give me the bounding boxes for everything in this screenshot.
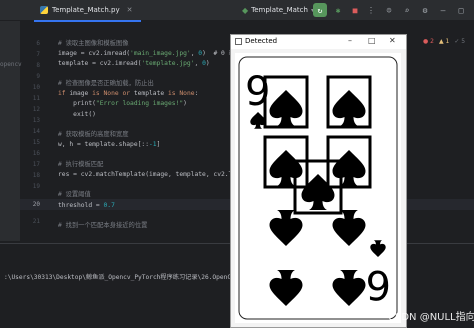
stop-icon: ■ [352,5,358,15]
line-number: 7 [36,51,40,58]
line-number: 19 [32,183,40,190]
line-number: 9 [36,73,40,80]
bug-icon: ✱ [335,5,341,15]
line-number: 17 [32,161,40,168]
line-number: 11 [32,95,40,102]
detected-image: 9 6 [235,53,401,323]
gear-icon: ⚙ [422,5,428,15]
maximize-icon: □ [458,5,464,15]
close-icon[interactable]: ✕ [389,36,396,45]
python-config-icon: ◆ [242,5,249,15]
run-config-label: Template_Match [251,6,308,14]
watermark: CSDN @NULL指向我 [388,312,474,323]
title-toolbar: Template_Match.py ✕ ◆ Template_Match ▾ ↻… [0,0,474,22]
minimize-icon[interactable]: – [348,36,352,45]
line-number: 13 [32,117,40,124]
user-icon: ☺ [386,5,392,15]
settings-button[interactable]: ⚙ [418,3,432,17]
code-line: # 获取模板的高度和宽度 [58,131,129,138]
code-line: # 找到一个匹配本身接近的位置 [58,222,148,229]
line-number: 18 [32,172,40,179]
line-number: 21 [32,218,40,225]
maximize-icon[interactable]: □ [368,36,376,45]
file-tab-label: Template_Match.py [52,6,120,14]
error-count: ● 2 [423,38,434,45]
more-icon: ⋮ [367,5,375,15]
python-file-icon [40,6,48,14]
code-line: res = cv2.matchTemplate(image, template,… [58,171,237,178]
minimize-button[interactable]: – [436,3,450,17]
run-button[interactable]: ↻ [313,3,327,17]
code-line: w, h = template.shape[::-1] [58,141,161,148]
minimize-icon: – [440,5,446,15]
line-number: 15 [32,139,40,146]
code-line: exit() [58,111,96,118]
maximize-button[interactable]: □ [454,3,468,17]
debug-button[interactable]: ✱ [331,3,345,17]
playing-card-image: 9 6 [238,56,398,320]
line-number-current: 20 [32,201,40,208]
line-number: 14 [32,128,40,135]
info-count: ✓ 5 [454,38,466,45]
left-tool-strip: opencv [0,21,22,241]
window-title: Detected [245,37,278,45]
code-line: if image is None or template is None: [58,90,199,97]
more-actions-button[interactable]: ⋮ [364,3,378,17]
run-configuration-selector[interactable]: ◆ Template_Match ▾ [242,3,314,17]
code-line: # 读取主图像和模板图像 [58,40,129,47]
stop-button[interactable]: ■ [348,3,362,17]
line-number: 16 [32,150,40,157]
close-icon[interactable]: ✕ [127,6,133,14]
inspection-status[interactable]: ● 2 ▲ 1 ✓ 5 [423,38,465,45]
card-rank-rotated: 6 [366,261,391,307]
window-icon [235,38,242,45]
user-button[interactable]: ☺ [382,3,396,17]
warning-count: ▲ 1 [438,38,450,45]
project-label: opencv [0,61,22,68]
code-line: # 检查图像是否正确加载，防止出 [58,80,154,87]
code-line: threshold = 0.7 [58,202,115,209]
detected-window[interactable]: Detected – □ ✕ 9 6 [230,34,407,328]
search-icon: ⌕ [404,5,410,15]
line-number: 10 [32,84,40,91]
code-line: template = cv2.imread('template.jpg', 0) [58,60,210,67]
file-tab[interactable]: Template_Match.py ✕ [34,0,141,22]
window-titlebar[interactable]: Detected – □ ✕ [231,35,406,49]
rerun-icon: ↻ [317,5,323,15]
terminal-path: :\Users\30313\Desktop\鲸鱼派_Opencv_PyTorch… [4,274,235,281]
code-line: image = cv2.imread('main_image.jpg', 0) … [58,50,235,57]
line-number: 6 [36,40,40,47]
line-number: 12 [32,106,40,113]
line-number: 8 [36,62,40,69]
code-line: # 设置阈值 [58,191,91,198]
code-line: # 执行模板匹配 [58,161,104,168]
code-line: print("Error loading images!") [58,100,187,107]
search-button[interactable]: ⌕ [400,3,414,17]
